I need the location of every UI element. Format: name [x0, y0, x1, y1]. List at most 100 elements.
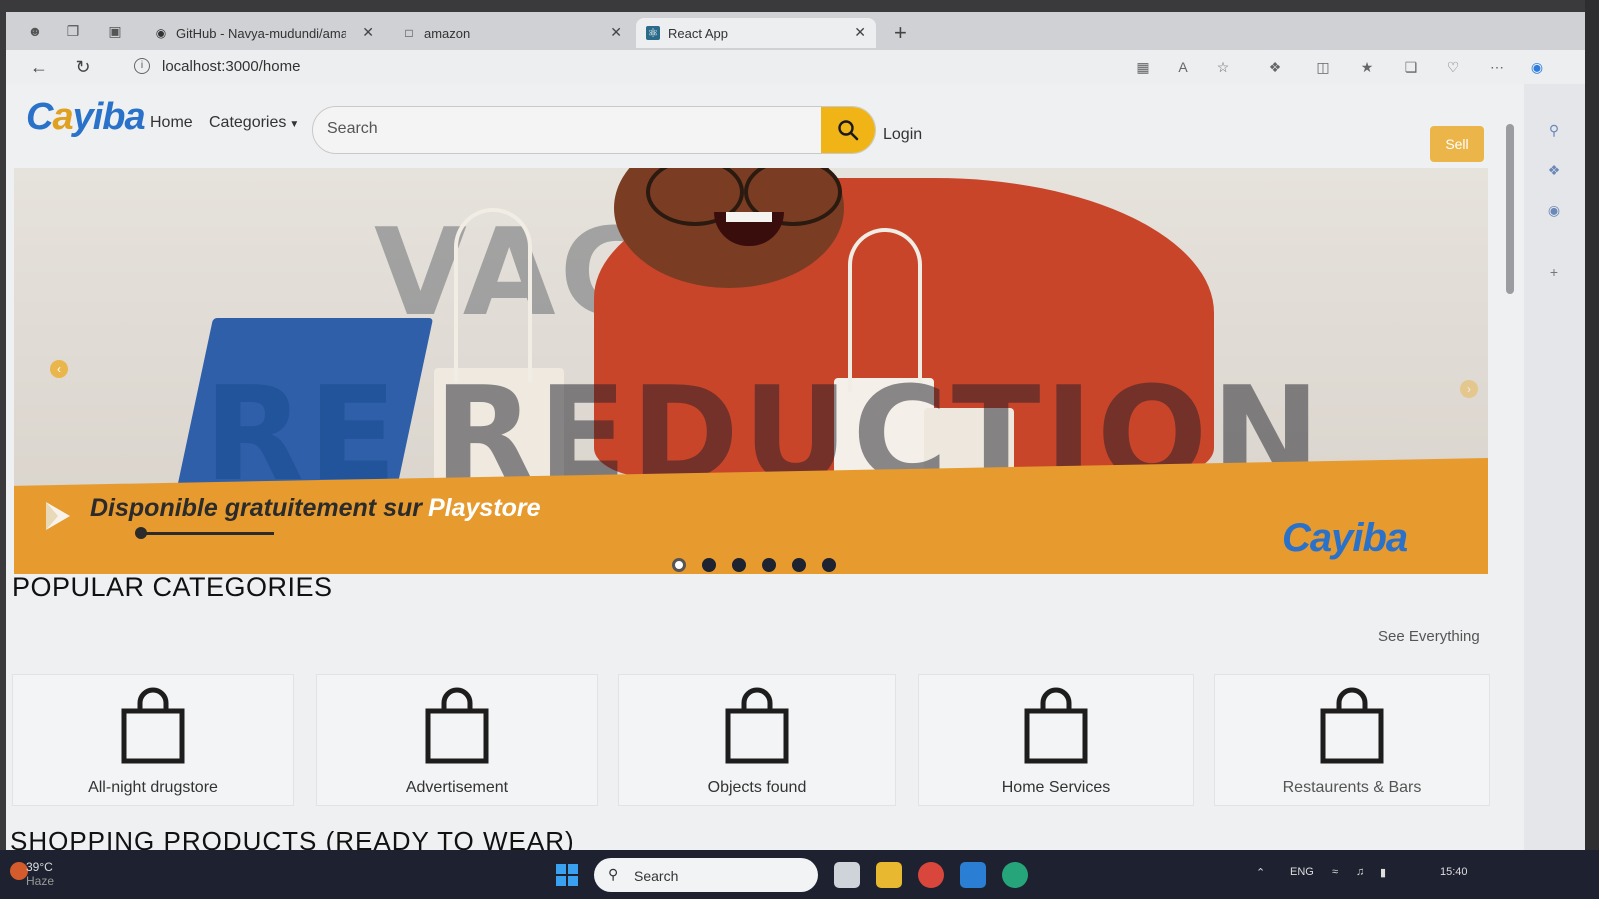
carousel-dot[interactable]: [792, 558, 806, 572]
split-screen-icon[interactable]: ◫: [1314, 58, 1332, 76]
battery-icon[interactable]: ▮: [1380, 866, 1386, 879]
close-tab-icon[interactable]: ✕: [362, 24, 374, 41]
back-icon[interactable]: ←: [28, 56, 50, 78]
app-available-icon[interactable]: ▦: [1134, 58, 1152, 76]
performance-icon[interactable]: ♡: [1444, 58, 1462, 76]
weather-widget[interactable]: 39°C Haze: [26, 860, 54, 888]
language-indicator[interactable]: ENG: [1290, 866, 1314, 878]
page-icon: □: [405, 26, 413, 40]
carousel-dot[interactable]: [822, 558, 836, 572]
logo-letter: C: [26, 96, 53, 138]
carousel-next-icon[interactable]: ›: [1460, 380, 1478, 398]
tab-actions-icon[interactable]: ▣: [106, 22, 124, 40]
taskbar-search[interactable]: ⚲ Search: [594, 858, 818, 892]
category-card[interactable]: Objects found: [618, 674, 896, 806]
nav-home[interactable]: Home: [150, 114, 193, 132]
edge-icon[interactable]: [1002, 862, 1028, 888]
tools-icon[interactable]: ❖: [1544, 160, 1564, 180]
carousel-prev-icon[interactable]: ‹: [50, 360, 68, 378]
refresh-icon[interactable]: ↻: [72, 56, 94, 78]
copilot-icon[interactable]: ◉: [1528, 58, 1546, 76]
nav-categories-label: Categories: [209, 114, 287, 131]
login-link[interactable]: Login: [883, 126, 922, 144]
promo-store: Playstore: [427, 494, 541, 522]
shopping-bag-icon: [725, 687, 789, 764]
browser-toolbar: ← ↻ i localhost:3000/home ▦ A ☆ ❖ ◫ ★ ❏ …: [6, 50, 1585, 84]
vscode-icon[interactable]: [960, 862, 986, 888]
tab-title: GitHub - Navya-mudundi/amaz: [176, 26, 346, 41]
shopping-bag-icon: [425, 687, 489, 764]
add-sidebar-app-icon[interactable]: +: [1544, 262, 1564, 282]
read-aloud-icon[interactable]: A: [1174, 58, 1192, 76]
favorites-icon[interactable]: ★: [1358, 58, 1376, 76]
tab-react-app[interactable]: ⚛ React App ✕: [636, 18, 876, 48]
tab-github[interactable]: ◉ GitHub - Navya-mudundi/amaz ✕: [144, 18, 384, 48]
banner-photo-bag-handle: [454, 208, 532, 382]
browser-tabstrip: ☻ ❐ ▣ ◉ GitHub - Navya-mudundi/amaz ✕ □ …: [6, 12, 1585, 52]
clock[interactable]: 15:40: [1440, 866, 1468, 878]
category-label: Restaurents & Bars: [1282, 779, 1422, 796]
taskbar-search-label: Search: [634, 868, 679, 884]
nav-categories-dropdown[interactable]: Categories ▼: [209, 114, 299, 132]
shopping-bag-icon: [121, 687, 185, 764]
sell-button[interactable]: Sell: [1430, 126, 1484, 162]
carousel-dot[interactable]: [702, 558, 716, 572]
file-explorer-icon[interactable]: [876, 862, 902, 888]
caret-down-icon: ▼: [289, 119, 300, 130]
hero-carousel[interactable]: VAGUE RE REDUCTION Disponible gratuiteme…: [14, 168, 1488, 574]
office-icon[interactable]: ◉: [1544, 200, 1564, 220]
browser-sidebar: ⚲ ❖ ◉ +: [1524, 84, 1585, 850]
popular-categories-title: POPULAR CATEGORIES: [12, 572, 333, 602]
see-everything-link[interactable]: See Everything: [1378, 628, 1480, 645]
shopping-bag-icon: [1320, 687, 1384, 764]
volume-icon[interactable]: ♫: [1356, 866, 1364, 878]
workspaces-icon[interactable]: ❐: [64, 22, 82, 40]
tab-title: amazon: [424, 26, 471, 41]
category-card[interactable]: Advertisement: [316, 674, 598, 806]
logo-letter: yiba: [72, 96, 146, 138]
extensions-icon[interactable]: ❖: [1266, 58, 1284, 76]
category-label: All-night drugstore: [88, 779, 218, 796]
category-card[interactable]: All-night drugstore: [12, 674, 294, 806]
new-tab-button[interactable]: +: [894, 20, 907, 46]
category-card[interactable]: Restaurents & Bars: [1214, 674, 1490, 806]
collections-icon[interactable]: ❏: [1402, 58, 1420, 76]
banner-photo-teeth: [726, 212, 772, 222]
carousel-dot[interactable]: [762, 558, 776, 572]
site-logo[interactable]: Cayiba: [26, 96, 146, 139]
favorite-star-icon[interactable]: ☆: [1214, 58, 1232, 76]
more-menu-icon[interactable]: ⋯: [1488, 58, 1506, 76]
address-bar[interactable]: localhost:3000/home: [162, 58, 300, 75]
chrome-icon[interactable]: [918, 862, 944, 888]
wifi-icon[interactable]: ≈: [1332, 866, 1338, 878]
carousel-dot[interactable]: [732, 558, 746, 572]
promo-underline-dot: [135, 527, 147, 539]
promo-caption: Disponible gratuitement sur: [90, 494, 422, 522]
task-view-icon[interactable]: [834, 862, 860, 888]
windows-start-icon[interactable]: [556, 864, 578, 886]
category-card[interactable]: Home Services: [918, 674, 1194, 806]
close-tab-icon[interactable]: ✕: [610, 24, 622, 41]
close-tab-icon[interactable]: ✕: [854, 24, 866, 41]
search-icon[interactable]: ⚲: [1544, 120, 1564, 140]
profile-icon[interactable]: ☻: [26, 22, 44, 40]
promo-underline: [140, 532, 274, 535]
playstore-icon: [46, 502, 70, 530]
search-button[interactable]: [821, 107, 875, 153]
page-scrollbar[interactable]: [1506, 114, 1514, 844]
screen-bezel-top: [0, 0, 1599, 12]
search-input[interactable]: [325, 119, 809, 139]
os-taskbar: 39°C Haze ⚲ Search ⌃ ENG ≈ ♫ ▮ 15:40: [0, 850, 1599, 899]
scroll-thumb[interactable]: [1506, 124, 1514, 294]
tray-chevron-icon[interactable]: ⌃: [1256, 866, 1265, 879]
carousel-indicators: [672, 558, 836, 572]
carousel-dot[interactable]: [672, 558, 686, 572]
weather-condition: Haze: [26, 874, 55, 888]
site-info-icon[interactable]: i: [134, 58, 150, 74]
weather-temperature: 39°C: [26, 860, 53, 874]
category-label: Home Services: [1001, 779, 1111, 796]
tab-amazon[interactable]: □ amazon ✕: [392, 18, 632, 48]
search-icon: [838, 120, 859, 141]
category-label: Advertisement: [405, 779, 509, 796]
react-icon: ⚛: [646, 26, 660, 40]
